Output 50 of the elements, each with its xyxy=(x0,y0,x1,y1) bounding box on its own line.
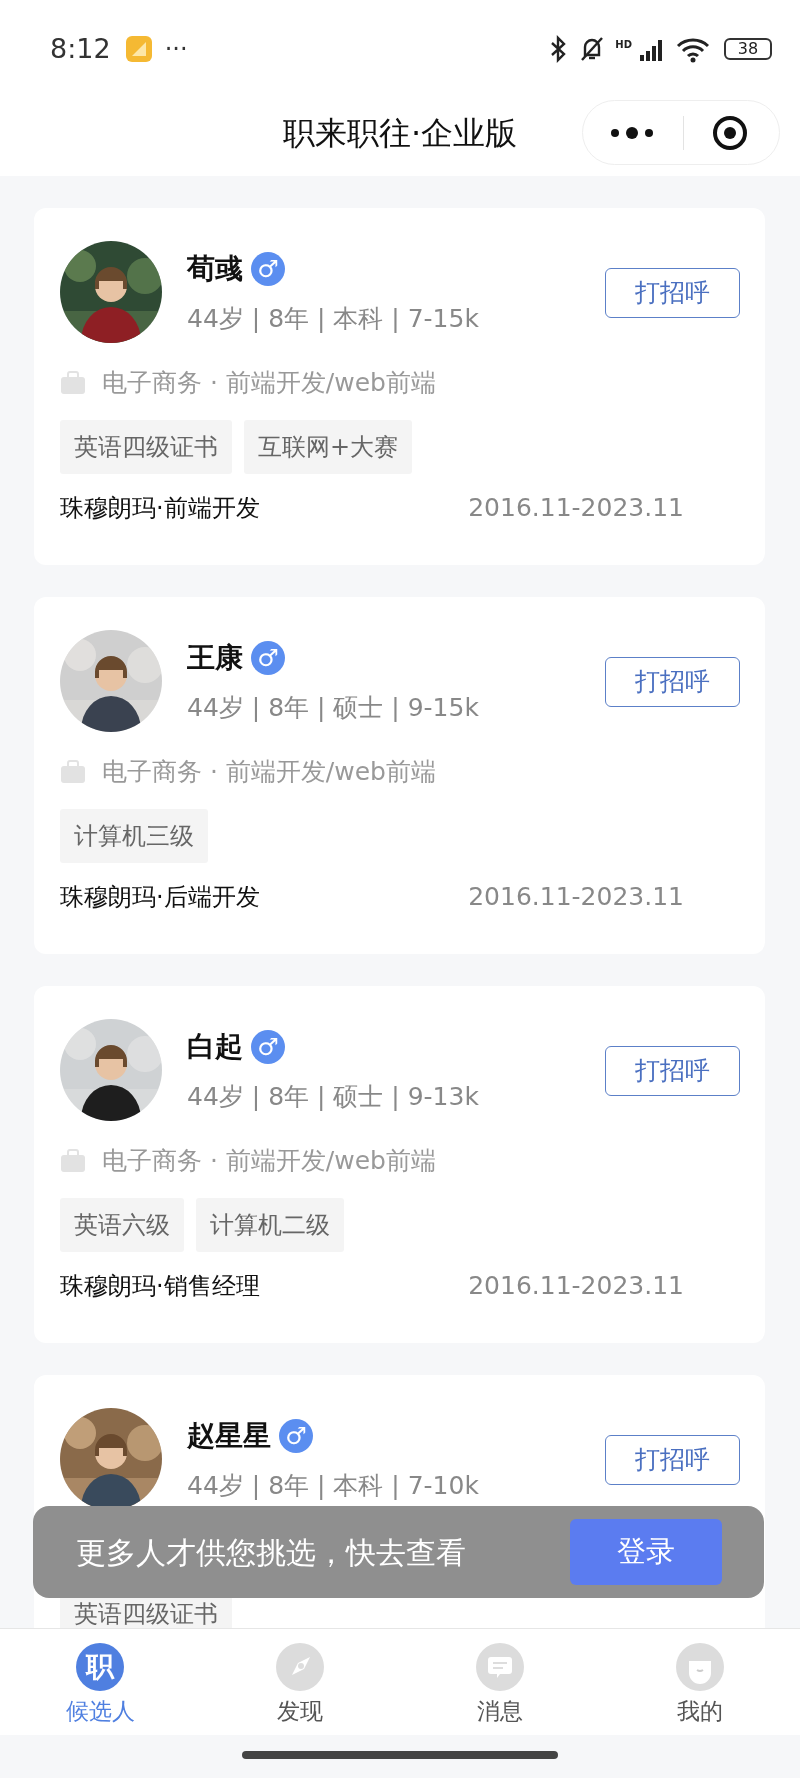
tab-item[interactable]: 发现 xyxy=(200,1629,400,1735)
skill-tag: 英语四级证书 xyxy=(60,420,232,474)
industry-text: 电子商务 · 前端开发/web前端 xyxy=(102,367,436,399)
status-time: 8:12 xyxy=(50,31,111,66)
greet-button[interactable]: 打招呼 xyxy=(605,1435,740,1485)
close-target-icon[interactable] xyxy=(712,114,748,151)
gender-badge: ♂ xyxy=(251,1030,285,1064)
candidate-name: 白起 xyxy=(187,1029,243,1065)
more-indicator: ··· xyxy=(164,34,188,65)
network-type: HD xyxy=(615,38,632,52)
candidate-name: 王康 xyxy=(187,640,243,676)
candidate-name: 赵星星 xyxy=(187,1418,271,1454)
tab-item[interactable]: 职 候选人 xyxy=(0,1629,200,1735)
gender-badge: ♂ xyxy=(279,1419,313,1453)
page-title: 职来职往·企业版 xyxy=(282,113,518,154)
app-icon xyxy=(124,35,153,63)
tab-icon: 职 xyxy=(76,1643,124,1691)
candidate-info: 44岁 | 8年 | 本科 | 7-15k xyxy=(187,303,480,335)
work-period: 2016.11-2023.11 xyxy=(468,492,684,524)
work-period: 2016.11-2023.11 xyxy=(468,881,684,913)
gender-badge: ♂ xyxy=(251,252,285,286)
battery-level: 38 xyxy=(737,41,759,57)
skill-tag: 英语六级 xyxy=(60,1198,184,1252)
tab-item[interactable]: 消息 xyxy=(400,1629,600,1735)
briefcase-icon xyxy=(60,760,86,784)
tab-icon xyxy=(676,1643,724,1691)
briefcase-icon xyxy=(60,1149,86,1173)
candidate-info: 44岁 | 8年 | 硕士 | 9-13k xyxy=(187,1081,480,1113)
work-period: 2016.11-2023.11 xyxy=(468,1270,684,1302)
tab-icon xyxy=(276,1643,324,1691)
greet-button[interactable]: 打招呼 xyxy=(605,268,740,318)
work-experience: 珠穆朗玛·后端开发 xyxy=(60,882,260,913)
tab-icon xyxy=(476,1643,524,1691)
gender-badge: ♂ xyxy=(251,641,285,675)
prompt-text: 更多人才供您挑选，快去查看 xyxy=(76,1533,467,1572)
candidate-info: 44岁 | 8年 | 本科 | 7-10k xyxy=(187,1470,480,1502)
industry-text: 电子商务 · 前端开发/web前端 xyxy=(102,1145,436,1177)
candidate-name: 荀彧 xyxy=(187,251,243,287)
greet-button[interactable]: 打招呼 xyxy=(605,657,740,707)
work-experience: 珠穆朗玛·销售经理 xyxy=(60,1271,260,1302)
candidate-info: 44岁 | 8年 | 硕士 | 9-15k xyxy=(187,692,480,724)
skill-tag: 计算机三级 xyxy=(60,809,208,863)
industry-text: 电子商务 · 前端开发/web前端 xyxy=(102,756,436,788)
skill-tag: 互联网+大赛 xyxy=(244,420,413,474)
briefcase-icon xyxy=(60,371,86,395)
greet-button[interactable]: 打招呼 xyxy=(605,1046,740,1096)
skill-tag: 计算机二级 xyxy=(196,1198,344,1252)
login-button[interactable]: 登录 xyxy=(570,1519,722,1585)
work-experience: 珠穆朗玛·前端开发 xyxy=(60,493,260,524)
tab-item[interactable]: 我的 xyxy=(600,1629,800,1735)
